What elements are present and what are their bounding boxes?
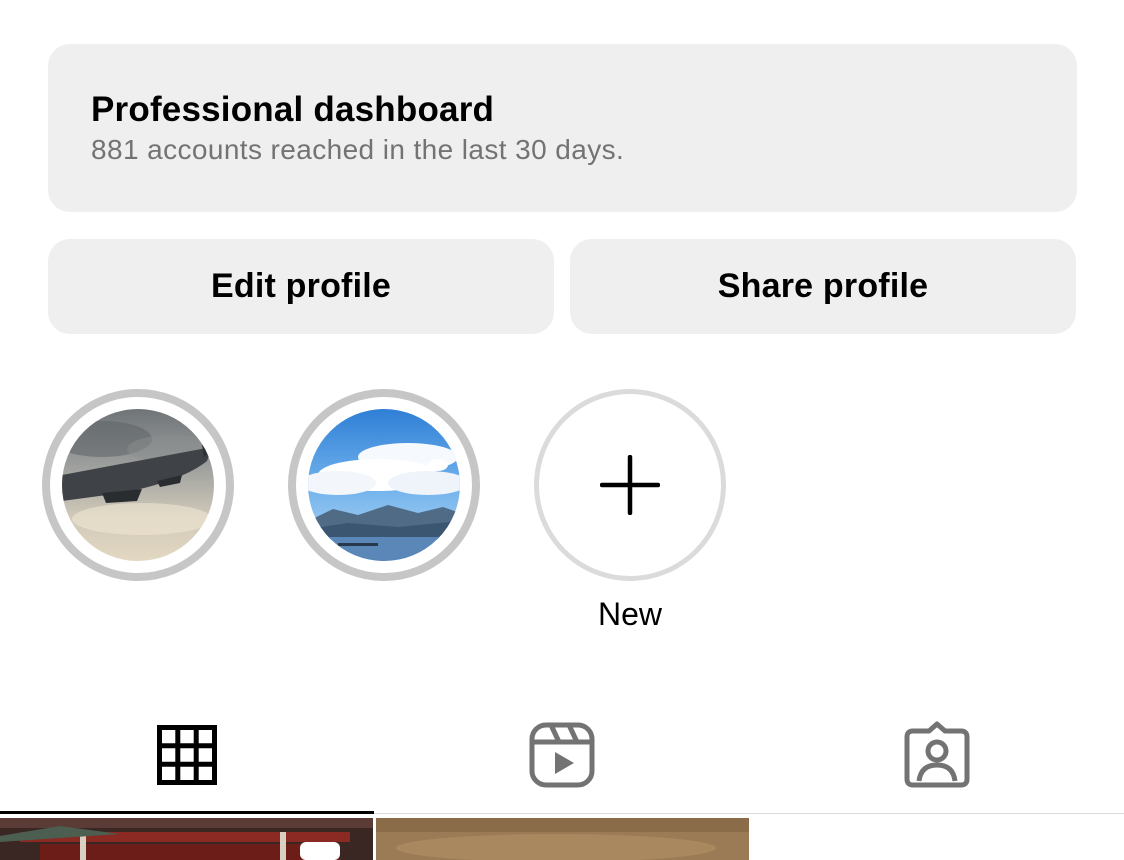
active-tab-indicator [0,811,374,814]
tab-divider [374,813,1124,814]
story-highlight-2[interactable] [288,389,480,581]
new-highlight-button[interactable] [534,389,726,581]
post-thumbnail-2[interactable] [376,818,749,860]
sky-mountain-lake-photo [308,409,460,561]
airplane-wing-photo [62,409,214,561]
tab-posts[interactable] [0,700,374,810]
edit-profile-button[interactable]: Edit profile [48,239,554,334]
reels-icon [529,722,595,788]
new-highlight-label: New [597,596,662,632]
grid-icon [157,725,217,785]
story-highlight-1[interactable] [42,389,234,581]
tagged-icon [904,721,970,788]
dashboard-title: Professional dashboard [91,90,495,129]
tab-tagged[interactable] [750,700,1124,810]
share-profile-button[interactable]: Share profile [570,239,1076,334]
plus-icon [600,455,660,515]
professional-dashboard-card[interactable]: Professional dashboard 881 accounts reac… [48,44,1077,212]
post-thumbnail-1[interactable] [0,818,373,860]
dashboard-subtitle: 881 accounts reached in the last 30 days… [91,134,625,165]
tab-reels[interactable] [375,700,749,810]
